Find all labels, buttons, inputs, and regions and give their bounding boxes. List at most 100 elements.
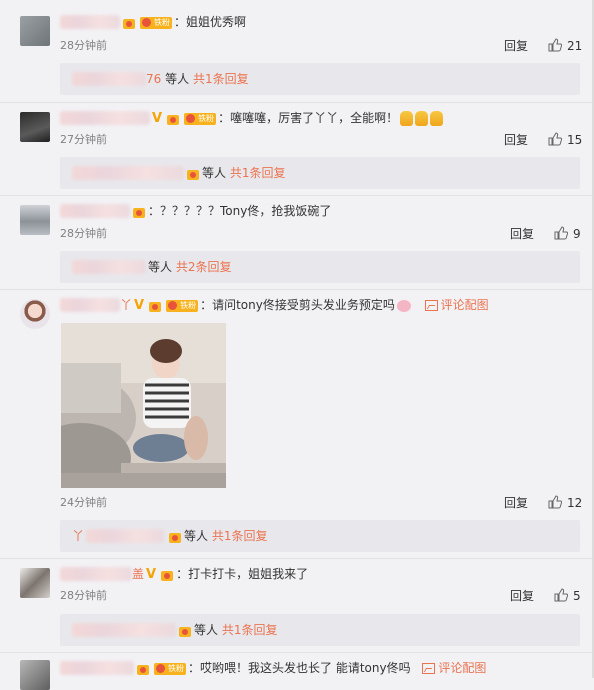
like-icon[interactable] [554,226,568,240]
reply-summary: 76 等人 共1条回复 [146,71,249,87]
like-count: 15 [567,133,583,147]
reply-summary: 等人 共1条回复 [184,165,285,181]
comment-text: ：噻噻噻，厉害了丫丫，全能啊！ [218,111,399,125]
username[interactable] [60,567,132,581]
reply-button[interactable]: 回复 [510,588,534,604]
username[interactable] [60,661,134,675]
avatar[interactable] [20,660,50,690]
reply-thread[interactable]: 76 等人 共1条回复 [60,63,580,95]
crown-icon [148,300,162,312]
like-icon[interactable] [548,132,562,146]
reply-button[interactable]: 回复 [504,132,528,148]
username-suffix: 丫 [120,298,133,312]
vip-v-icon: V [146,566,157,582]
thumbs-up-emoji-icon [430,111,444,126]
comment-text: ：？？？？？Tony佟，抢我饭碗了 [148,204,332,218]
timestamp: 28分钟前 [60,39,107,52]
reply-username[interactable] [86,529,164,543]
comment-text-line: 铁粉 ：姐姐优秀啊 [120,13,246,31]
like-icon[interactable] [548,495,562,509]
comment-text: ：请问tony佟接受剪头发业务预定吗 [200,298,395,312]
comment-text-line: V 铁粉 ：噻噻噻，厉害了丫丫，全能啊！ [150,109,444,127]
avatar[interactable] [20,112,50,142]
comment-photo-image [61,323,226,488]
vip-v-icon: V [152,110,163,126]
timestamp: 24分钟前 [60,496,107,509]
reply-name-suffix: 76 [146,72,162,86]
reply-username[interactable] [72,72,146,86]
crown-icon [132,206,146,218]
comment-picture-label: 评论配图 [438,661,487,675]
username[interactable] [60,15,120,29]
like-icon[interactable] [548,38,562,52]
reply-button[interactable]: 回复 [510,226,534,242]
reply-thread[interactable]: 等人 共1条回复 [60,157,580,189]
like-count: 9 [573,227,581,241]
reply-summary-2: 等人 共1条回复 [166,528,267,544]
crown-icon [178,625,192,637]
divider [0,289,594,290]
reply-button[interactable]: 回复 [504,38,528,54]
comment-picture-link[interactable]: 评论配图 [424,298,489,312]
timestamp: 27分钟前 [60,133,107,146]
reply-thread[interactable]: 等人 共1条回复 [60,614,580,646]
fan-badge: 铁粉 [140,16,172,29]
reply-count-link[interactable]: 共2条回复 [176,260,232,274]
comment-picture-label: 评论配图 [440,298,489,312]
reply-count-link[interactable]: 共1条回复 [212,529,268,543]
reply-button[interactable]: 回复 [504,495,528,511]
crown-icon [168,531,182,543]
thumbs-up-emoji-icon [400,111,414,126]
avatar[interactable] [20,299,50,329]
vip-v-icon: V [134,297,145,313]
divider [0,195,594,196]
reply-who: 等人 [148,260,173,274]
comment-text-line: ：？？？？？Tony佟，抢我饭碗了 [130,202,331,220]
reply-count-link[interactable]: 共1条回复 [193,72,249,86]
crown-icon [136,663,150,675]
avatar[interactable] [20,16,50,46]
reply-summary: 等人 共2条回复 [148,259,231,275]
reply-username[interactable] [72,166,184,180]
reply-thread[interactable]: 丫 等人 共1条回复 [60,520,580,552]
crown-icon [166,113,180,125]
divider [0,652,594,653]
thumbs-up-emoji-icon [415,111,429,126]
like-icon[interactable] [554,588,568,602]
fan-badge: 铁粉 [184,112,217,125]
reply-thread[interactable]: 等人 共2条回复 [60,251,580,283]
reply-username[interactable] [72,260,146,274]
crown-icon [160,569,174,581]
reply-count-link[interactable]: 共1条回复 [222,623,278,637]
reply-who: 等人 [202,166,227,180]
reply-who: 等人 [165,72,190,86]
crown-icon [122,17,136,29]
comment-picture-link[interactable]: 评论配图 [422,661,486,675]
picture-icon [422,663,436,674]
username[interactable] [60,111,150,125]
divider [0,102,594,103]
reply-name-prefix: 丫 [72,529,85,543]
fan-badge: 铁粉 [166,299,199,312]
comment-text: ：姐姐优秀啊 [174,15,247,29]
like-count: 5 [573,589,581,603]
picture-icon [424,300,438,311]
reply-username[interactable] [72,623,176,637]
comment-text-line: 丫 V 铁粉 ：请问tony佟接受剪头发业务预定吗 评论配图 [120,296,489,314]
fan-badge: 铁粉 [154,662,186,675]
timestamp: 28分钟前 [60,227,107,240]
divider [0,558,594,559]
timestamp: 28分钟前 [60,589,107,602]
avatar[interactable] [20,568,50,598]
username[interactable] [60,204,130,218]
username-suffix: 盖 [132,567,145,581]
reply-summary: 等人 共1条回复 [176,622,277,638]
avatar[interactable] [20,205,50,235]
comment-text-line: 铁粉 ：哎哟喂！我这头发也长了 能请tony佟吗 评论配图 [134,659,486,677]
comment-photo[interactable] [61,323,226,488]
username[interactable] [60,298,120,312]
reply-count-link[interactable]: 共1条回复 [230,166,286,180]
like-count: 21 [567,39,583,53]
reply-summary: 丫 [72,528,84,544]
pig-emoji-icon [396,299,411,312]
